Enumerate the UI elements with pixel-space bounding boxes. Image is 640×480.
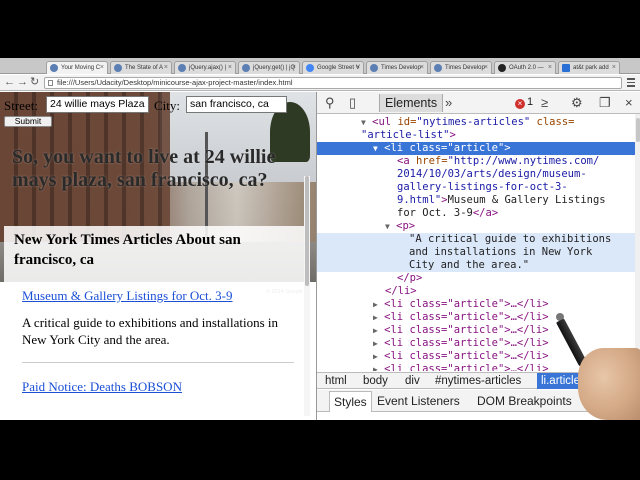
search-icon[interactable]: ⚲ bbox=[325, 95, 335, 111]
device-mode-icon[interactable]: ▯ bbox=[349, 95, 356, 111]
tab-your-moving[interactable]: Your Moving C × bbox=[46, 61, 108, 74]
error-counter[interactable]: × 1 bbox=[515, 96, 533, 109]
menu-icon[interactable] bbox=[627, 78, 635, 88]
tab-oauth[interactable]: OAuth 2.0 — × bbox=[494, 61, 556, 74]
tab-google-street[interactable]: Google Street V × bbox=[302, 61, 364, 74]
page-scrollbar[interactable] bbox=[304, 176, 310, 416]
city-label: City: bbox=[154, 98, 181, 113]
dom-node-a[interactable]: <a href="http://www.nytimes.com/ bbox=[317, 155, 635, 168]
street-label: Street: bbox=[4, 98, 38, 113]
dom-node-a-href: 9.html">Museum & Gallery Listings bbox=[397, 194, 606, 206]
close-icon[interactable]: × bbox=[420, 62, 424, 74]
page-icon bbox=[48, 80, 53, 86]
nyt-header: New York Times Articles About san franci… bbox=[14, 232, 241, 268]
tab-elements[interactable]: Elements bbox=[379, 94, 444, 112]
dom-node-li-collapsed[interactable]: ▶ <li class="article">…</li> bbox=[317, 324, 635, 337]
article-link[interactable]: Museum & Gallery Listings for Oct. 3-9 bbox=[22, 288, 233, 304]
dom-node-li-collapsed[interactable]: ▶ <li class="article">…</li> bbox=[317, 298, 635, 311]
page-icon bbox=[434, 64, 442, 72]
tab-times-develop-2[interactable]: Times Develop × bbox=[430, 61, 492, 74]
dom-node-ul-cont: "article-list"> bbox=[361, 129, 456, 141]
close-icon[interactable]: × bbox=[100, 62, 104, 74]
close-icon[interactable]: × bbox=[228, 62, 232, 74]
page-icon bbox=[370, 64, 378, 72]
web-page: Street: 24 willie mays Plaza City: san f… bbox=[0, 92, 316, 420]
url-text: file:///Users/Udacity/Desktop/minicourse… bbox=[57, 78, 293, 87]
dom-node-p-text[interactable]: City and the area." bbox=[317, 259, 635, 273]
error-icon: × bbox=[515, 99, 525, 109]
dom-tree-scrollbar[interactable] bbox=[635, 114, 640, 372]
breadcrumb-html[interactable]: html bbox=[325, 374, 347, 389]
page-icon bbox=[178, 64, 186, 72]
screen: Your Moving C × The State of A × jQuery.aj… bbox=[0, 58, 640, 420]
close-icon[interactable]: × bbox=[292, 62, 296, 74]
dom-node-li-selected[interactable]: ▼ <li class="article"> bbox=[317, 142, 635, 156]
breadcrumb-div[interactable]: div bbox=[405, 374, 420, 389]
article-link[interactable]: Paid Notice: Deaths BOBSON bbox=[22, 379, 182, 395]
github-icon bbox=[498, 64, 506, 72]
breadcrumb-nytimes-articles[interactable]: #nytimes-articles bbox=[435, 374, 521, 389]
submit-button[interactable]: Submit bbox=[4, 116, 52, 127]
dom-tree[interactable]: ▼ <ul id="nytimes-articles" class= "arti… bbox=[317, 116, 635, 371]
dom-node-li-end: </li> bbox=[385, 285, 417, 297]
tab-dom-breakpoints[interactable]: DOM Breakpoints bbox=[477, 391, 572, 411]
dom-node-p-text[interactable]: "A critical guide to exhibitions bbox=[317, 233, 635, 247]
dom-node-li-collapsed[interactable]: ▶ <li class="article">…</li> bbox=[317, 337, 635, 350]
dom-node-li-collapsed[interactable]: ▶ <li class="article">…</li> bbox=[317, 311, 635, 324]
close-icon[interactable]: × bbox=[484, 62, 488, 74]
tab-times-develop-1[interactable]: Times Develop × bbox=[366, 61, 428, 74]
tab-jquery-get[interactable]: jQuery.get() | jQ × bbox=[238, 61, 300, 74]
dom-node-p[interactable]: ▼ <p> bbox=[317, 220, 635, 233]
more-tabs-icon[interactable]: » bbox=[445, 95, 452, 111]
dom-node-a-text: for Oct. 3-9</a> bbox=[397, 207, 499, 219]
articles-panel: New York Times Articles About san franci… bbox=[4, 226, 310, 420]
dom-node-ul[interactable]: ▼ <ul id="nytimes-articles" class= bbox=[317, 116, 635, 129]
tab-event-listeners[interactable]: Event Listeners bbox=[377, 391, 460, 411]
page-icon bbox=[50, 64, 58, 72]
url-bar[interactable]: file:///Users/Udacity/Desktop/minicourse… bbox=[44, 77, 622, 89]
close-icon[interactable]: × bbox=[612, 62, 616, 74]
hand bbox=[578, 348, 640, 420]
close-icon[interactable]: × bbox=[548, 62, 552, 74]
breadcrumb-body[interactable]: body bbox=[363, 374, 388, 389]
close-icon[interactable]: × bbox=[164, 62, 168, 74]
breadcrumb-li-article[interactable]: li.article bbox=[537, 373, 584, 389]
reload-icon[interactable]: ↻ bbox=[30, 76, 39, 89]
dom-node-a-href: gallery-listings-for-oct-3- bbox=[397, 181, 568, 193]
page-icon bbox=[242, 64, 250, 72]
dom-node-a-href: 2014/10/03/arts/design/museum- bbox=[397, 168, 587, 180]
s-icon bbox=[562, 64, 570, 72]
close-icon[interactable]: × bbox=[625, 95, 633, 111]
map-copyright: © 2014 Google bbox=[266, 289, 304, 295]
back-icon[interactable]: ← bbox=[4, 76, 15, 89]
gear-icon[interactable]: ⚙ bbox=[571, 95, 583, 111]
devtools-toolbar: ⚲ ▯ Elements » × 1 ≥ ⚙ ❐ × bbox=[317, 92, 640, 114]
page-icon bbox=[114, 64, 122, 72]
tab-jquery-ajax[interactable]: jQuery.ajax() | × bbox=[174, 61, 236, 74]
dock-icon[interactable]: ❐ bbox=[599, 95, 611, 111]
city-input[interactable]: san francisco, ca bbox=[186, 96, 287, 113]
article-snippet: A critical guide to exhibitions and inst… bbox=[22, 315, 278, 347]
tab-state-of[interactable]: The State of A × bbox=[110, 61, 172, 74]
dom-node-p-text[interactable]: and installations in New York bbox=[317, 246, 635, 260]
divider bbox=[22, 362, 294, 363]
dom-node-p-end: </p> bbox=[397, 272, 423, 284]
browser-tab-strip: Your Moving C × The State of A × jQuery.aj… bbox=[0, 58, 640, 74]
greeting-heading: So, you want to live at 24 willie mays p… bbox=[12, 146, 276, 191]
page-icon bbox=[306, 64, 314, 72]
console-drawer-icon[interactable]: ≥ bbox=[541, 95, 548, 111]
close-icon[interactable]: × bbox=[356, 62, 360, 74]
forward-icon[interactable]: → bbox=[17, 76, 28, 89]
tab-att-park[interactable]: at&t park add × bbox=[558, 61, 620, 74]
tab-styles[interactable]: Styles bbox=[329, 391, 372, 412]
browser-toolbar: ← → ↻ file:///Users/Udacity/Desktop/mini… bbox=[0, 75, 640, 91]
street-input[interactable]: 24 willie mays Plaza bbox=[46, 96, 149, 113]
